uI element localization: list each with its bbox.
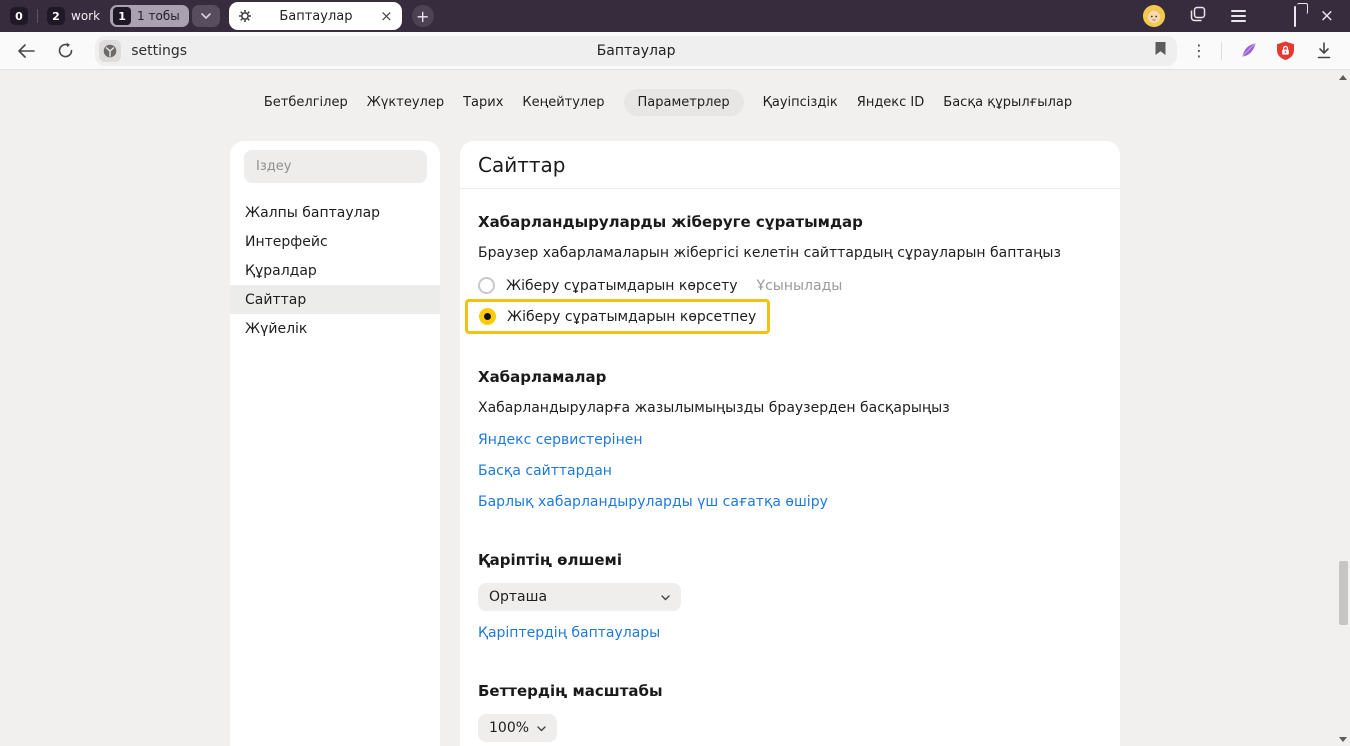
window-controls: × (1143, 5, 1334, 27)
scrollbar-thumb[interactable] (1339, 561, 1348, 625)
sidebar-item-tools[interactable]: Құралдар (230, 256, 440, 285)
side-panel-icon[interactable] (1189, 5, 1207, 27)
url-text: settings (131, 43, 187, 59)
recommended-badge: Ұсынылады (757, 278, 843, 294)
back-button[interactable] (14, 39, 38, 63)
link-mute-all-three-hours[interactable]: Барлық хабарландыруларды үш сағатқа өшір… (478, 494, 828, 510)
new-tab-button[interactable]: + (412, 5, 434, 27)
shield-lock-icon[interactable] (1274, 39, 1298, 63)
nav-tab-security[interactable]: Қауіпсіздік (763, 89, 838, 116)
sidebar-item-system[interactable]: Жүйелік (230, 314, 440, 343)
gear-icon (238, 9, 252, 23)
tab-group-label: work (71, 9, 100, 23)
avatar-face-icon (1143, 5, 1165, 27)
tab-strip: 0 2 work 1 1 тобы Баптаулар × + (0, 0, 1350, 32)
section-heading: Хабарламалар (478, 368, 1102, 386)
settings-nav: Бетбелгілер Жүктеулер Тарих Кеңейтулер П… (0, 89, 1336, 116)
tab-group-toby-active[interactable]: 1 1 тобы (110, 5, 189, 27)
nav-tab-downloads[interactable]: Жүктеулер (367, 89, 444, 116)
scroll-up-arrow-icon[interactable] (1339, 75, 1347, 80)
radio-option-show-requests[interactable]: Жіберу сұратымдарын көрсету Ұсынылады (478, 277, 1102, 294)
link-yandex-services[interactable]: Яндекс сервистерінен (478, 432, 643, 448)
reload-button[interactable] (54, 39, 78, 63)
settings-page: Бетбелгілер Жүктеулер Тарих Кеңейтулер П… (0, 71, 1350, 746)
tab-group-badge-toby: 1 (113, 7, 131, 25)
chevron-down-icon (201, 13, 211, 19)
tab-group-work[interactable]: 2 work (47, 7, 100, 25)
page-scrollbar[interactable] (1336, 71, 1350, 746)
tab-group-divider (37, 9, 38, 23)
font-size-select[interactable]: Орташа (478, 583, 681, 611)
select-value: Орташа (489, 589, 547, 605)
section-heading: Беттердің масштабы (478, 682, 1102, 700)
select-value: 100% (489, 720, 529, 736)
sidebar-list: Жалпы баптаулар Интерфейс Құралдар Сайтт… (230, 198, 440, 343)
link-other-sites[interactable]: Басқа сайттардан (478, 463, 612, 479)
chevron-down-icon (661, 589, 670, 605)
settings-sidebar: Жалпы баптаулар Интерфейс Құралдар Сайтт… (230, 141, 440, 746)
radio-option-hide-requests[interactable]: Жіберу сұратымдарын көрсетпеу (479, 308, 756, 325)
bookmark-icon[interactable] (1154, 41, 1167, 60)
scroll-down-arrow-icon[interactable] (1339, 737, 1347, 742)
tab-group-badge-work: 2 (47, 7, 65, 25)
toolbar-actions: ⋮ (1191, 39, 1336, 63)
section-font-size: Қаріптің өлшемі Орташа Қаріптердің бапта… (478, 551, 1102, 641)
tab-group-badge-0[interactable]: 0 (10, 7, 28, 25)
radio-selected-icon[interactable] (479, 308, 496, 325)
download-icon[interactable] (1312, 39, 1336, 63)
browser-window: 0 2 work 1 1 тобы Баптаулар × + (0, 0, 1350, 746)
sidebar-item-sites[interactable]: Сайттар (230, 285, 440, 314)
site-favicon (99, 40, 121, 62)
tab-group-chevron-button[interactable] (192, 5, 220, 27)
nav-tab-bookmarks[interactable]: Бетбелгілер (264, 89, 348, 116)
section-description: Браузер хабарламаларын жібергісі келетін… (478, 244, 1102, 262)
chevron-down-icon (537, 720, 546, 736)
section-description: Хабарландыруларға жазылымыңызды браузерд… (478, 399, 1102, 417)
sidebar-item-interface[interactable]: Интерфейс (230, 227, 440, 256)
page-title: Сайттар (460, 141, 1120, 189)
settings-content: Сайттар Хабарландыруларды жіберуге сұрат… (460, 141, 1120, 746)
nav-tab-yandex-id[interactable]: Яндекс ID (857, 89, 925, 116)
feather-extension-icon[interactable] (1236, 39, 1260, 63)
section-page-scale: Беттердің масштабы 100% Сайттың баптаула… (478, 682, 1102, 746)
tab-group-label: 1 тобы (137, 9, 180, 23)
section-heading: Қаріптің өлшемі (478, 551, 1102, 569)
nav-tab-extensions[interactable]: Кеңейтулер (522, 89, 604, 116)
tab-close-icon[interactable]: × (380, 9, 393, 24)
sidebar-item-general[interactable]: Жалпы баптаулар (230, 198, 440, 227)
page-scale-select[interactable]: 100% (478, 714, 557, 742)
omnibox-menu-icon[interactable]: ⋮ (1191, 41, 1207, 60)
toolbar-divider (1221, 42, 1222, 60)
profile-avatar[interactable] (1143, 5, 1165, 27)
tab-title: Баптаулар (252, 9, 380, 24)
radio-label: Жіберу сұратымдарын көрсету (506, 278, 738, 294)
omnibox-page-title: Баптаулар (95, 43, 1177, 59)
radio-label: Жіберу сұратымдарын көрсетпеу (507, 309, 756, 325)
radio-unselected-icon[interactable] (478, 277, 495, 294)
hamburger-menu-icon[interactable] (1231, 10, 1246, 22)
address-toolbar: settings Баптаулар ⋮ (0, 32, 1350, 70)
link-font-settings[interactable]: Қаріптердің баптаулары (478, 625, 660, 641)
search-input[interactable] (244, 150, 427, 183)
section-notifications: Хабарламалар Хабарландыруларға жазылымың… (478, 368, 1102, 510)
nav-tab-settings[interactable]: Параметрлер (624, 89, 744, 116)
annotation-highlight-box: Жіберу сұратымдарын көрсетпеу (465, 299, 770, 334)
nav-tab-other-devices[interactable]: Басқа құрылғылар (943, 89, 1072, 116)
window-close-button[interactable]: × (1320, 8, 1334, 25)
address-bar[interactable]: settings Баптаулар (95, 36, 1177, 66)
section-heading: Хабарландыруларды жіберуге сұратымдар (478, 213, 1102, 231)
section-notification-requests: Хабарландыруларды жіберуге сұратымдар Бр… (478, 213, 1102, 334)
nav-tab-history[interactable]: Тарих (463, 89, 503, 116)
restore-button[interactable] (1294, 7, 1296, 26)
active-tab-settings[interactable]: Баптаулар × (229, 2, 402, 30)
